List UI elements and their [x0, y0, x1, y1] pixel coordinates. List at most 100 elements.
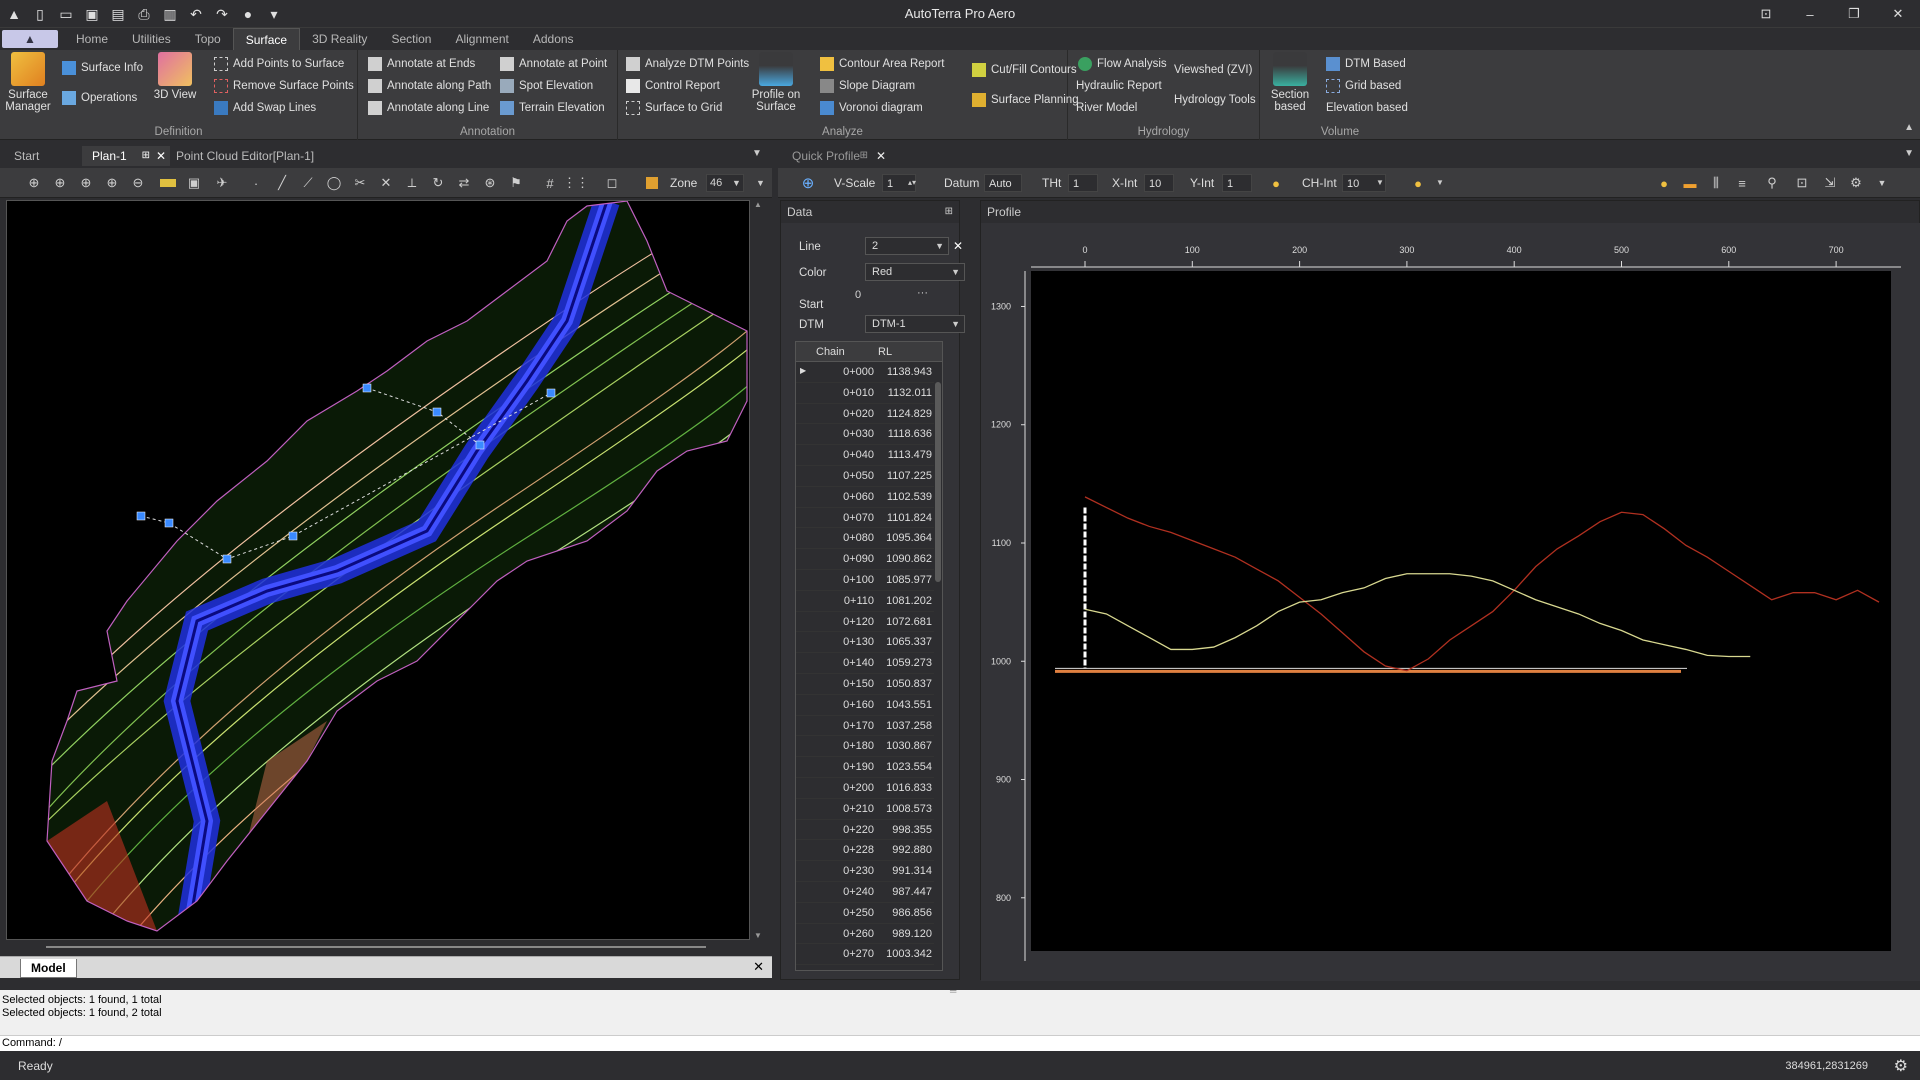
- close-tab-icon[interactable]: ✕: [156, 146, 166, 166]
- table-row[interactable]: 0+040 1113.479: [796, 445, 942, 466]
- surface-manager-button[interactable]: Surface Manager: [4, 52, 52, 113]
- surface-to-grid-button[interactable]: Surface to Grid: [626, 98, 722, 118]
- add-points-button[interactable]: Add Points to Surface: [214, 54, 344, 74]
- bulb-icon[interactable]: ●: [1268, 175, 1284, 191]
- table-row[interactable]: 0+260 989.120: [796, 924, 942, 945]
- export-icon[interactable]: ⇲: [1822, 175, 1838, 191]
- flag-icon[interactable]: ⚑: [508, 175, 524, 191]
- table-row[interactable]: 0+220 998.355: [796, 820, 942, 841]
- elevation-based-button[interactable]: Elevation based: [1326, 98, 1408, 118]
- vertical-lines-icon[interactable]: ⫼: [1708, 175, 1724, 191]
- zoom-icon[interactable]: ⚲: [1764, 175, 1780, 191]
- tab-list-dropdown-icon[interactable]: ▼: [1904, 148, 1914, 159]
- line-vertex[interactable]: [475, 440, 485, 450]
- add-profile-icon[interactable]: ⊕: [800, 175, 816, 192]
- zoom-window-icon[interactable]: ⊕: [52, 175, 68, 191]
- annotate-along-path-button[interactable]: Annotate along Path: [368, 76, 491, 96]
- tab-model[interactable]: Model: [20, 959, 77, 978]
- redo-icon[interactable]: ↷: [212, 4, 232, 24]
- terrain-elevation-button[interactable]: Terrain Elevation: [500, 98, 605, 118]
- line-vertex[interactable]: [136, 511, 146, 521]
- tab-quick-profile[interactable]: Quick Profile ⊞ ✕: [782, 146, 890, 166]
- offset-icon[interactable]: ⟂: [404, 175, 420, 191]
- zoom-in-icon[interactable]: ⊕: [104, 175, 120, 191]
- column-header-rl[interactable]: RL: [878, 346, 892, 358]
- table-row[interactable]: 0+110 1081.202: [796, 591, 942, 612]
- minimize-button[interactable]: –: [1788, 0, 1832, 28]
- 3d-view-button[interactable]: 3D View: [152, 52, 198, 101]
- table-row[interactable]: 0+190 1023.554: [796, 757, 942, 778]
- table-row[interactable]: 0+120 1072.681: [796, 612, 942, 633]
- table-scrollbar[interactable]: [934, 362, 942, 970]
- table-row[interactable]: 0+240 987.447: [796, 882, 942, 903]
- tab-3d-reality[interactable]: 3D Reality: [300, 28, 379, 50]
- table-row[interactable]: 0+210 1008.573: [796, 799, 942, 820]
- frame-icon[interactable]: ⊡: [1794, 175, 1810, 191]
- table-row[interactable]: 0+150 1050.837: [796, 674, 942, 695]
- surface-info-button[interactable]: Surface Info: [62, 58, 143, 78]
- grid-snap-icon[interactable]: ⋮⋮: [563, 175, 589, 191]
- stepper-icon[interactable]: ▴▾: [908, 178, 916, 187]
- table-row[interactable]: 0+010 1132.011: [796, 383, 942, 404]
- new-file-icon[interactable]: ▯: [30, 4, 50, 24]
- snap-icon[interactable]: ⊛: [482, 175, 498, 191]
- tab-plan-1[interactable]: Plan-1 ⊞ ✕: [82, 146, 170, 166]
- line-vertex[interactable]: [288, 531, 298, 541]
- table-row[interactable]: 0+270 1003.342: [796, 944, 942, 966]
- table-row[interactable]: 0+090 1090.862: [796, 549, 942, 570]
- viewshed-button[interactable]: Viewshed (ZVI): [1174, 60, 1252, 80]
- yint-input[interactable]: 1: [1222, 174, 1252, 192]
- table-row[interactable]: 0+030 1118.636: [796, 424, 942, 446]
- save-as-icon[interactable]: ▤: [108, 4, 128, 24]
- grid-display-icon[interactable]: #: [542, 175, 558, 191]
- pan-icon[interactable]: ✈: [214, 175, 230, 191]
- plot-icon[interactable]: ▥: [160, 4, 180, 24]
- tab-section[interactable]: Section: [379, 28, 443, 50]
- operations-button[interactable]: Operations: [62, 88, 137, 108]
- control-report-button[interactable]: Control Report: [626, 76, 720, 96]
- slope-diagram-button[interactable]: Slope Diagram: [820, 76, 915, 96]
- close-tab-icon[interactable]: ✕: [876, 146, 886, 166]
- delete-line-icon[interactable]: ✕: [953, 239, 963, 253]
- spot-elevation-button[interactable]: Spot Elevation: [500, 76, 593, 96]
- splitter-grip-icon[interactable]: ═: [950, 986, 956, 996]
- table-row[interactable]: 0+070 1101.824: [796, 508, 942, 529]
- cad-vertical-scrollbar[interactable]: ▲ ▼: [752, 200, 764, 940]
- toolbar-overflow-icon[interactable]: ▼: [756, 178, 765, 188]
- analyze-dtm-points-button[interactable]: Analyze DTM Points: [626, 54, 749, 74]
- table-row[interactable]: 0+250 986.856: [796, 903, 942, 924]
- cut-fill-contours-button[interactable]: Cut/Fill Contours: [972, 60, 1077, 80]
- table-row[interactable]: 0+180 1030.867: [796, 736, 942, 758]
- tht-input[interactable]: 1: [1068, 174, 1098, 192]
- zoom-extents-icon[interactable]: ⊕: [26, 175, 42, 191]
- zoom-out-icon[interactable]: ⊖: [130, 175, 146, 191]
- properties-icon[interactable]: ▣: [186, 175, 202, 191]
- table-row[interactable]: 0+020 1124.829: [796, 404, 942, 425]
- circle-icon[interactable]: ◯: [326, 175, 342, 191]
- ellipsis-icon[interactable]: ···: [917, 287, 928, 299]
- layer-icon[interactable]: [160, 179, 176, 187]
- tab-start[interactable]: Start: [4, 146, 49, 166]
- plan-drawing-canvas[interactable]: [6, 200, 750, 940]
- hydrology-tools-button[interactable]: Hydrology Tools: [1174, 90, 1256, 110]
- pin-icon[interactable]: ⊞: [860, 146, 868, 166]
- section-based-button[interactable]: Section based: [1268, 52, 1312, 113]
- start-input[interactable]: 0: [855, 289, 861, 301]
- point-icon[interactable]: ·: [248, 175, 264, 191]
- profile-vertical-scrollbar[interactable]: [1893, 271, 1909, 951]
- channel-icon[interactable]: ●: [1410, 175, 1426, 191]
- line-vertex[interactable]: [362, 383, 372, 393]
- restore-layout-icon[interactable]: ⊡: [1744, 0, 1788, 28]
- tab-point-cloud-editor[interactable]: Point Cloud Editor[Plan-1]: [166, 146, 324, 166]
- grid-based-button[interactable]: Grid based: [1326, 76, 1401, 96]
- settings-gear-icon[interactable]: ⚙: [1894, 1056, 1908, 1076]
- channel-dropdown-icon[interactable]: ▼: [1436, 178, 1444, 187]
- table-row[interactable]: 0+200 1016.833: [796, 778, 942, 799]
- annotate-at-ends-button[interactable]: Annotate at Ends: [368, 54, 475, 74]
- table-row[interactable]: 0+228 992.880: [796, 840, 942, 862]
- trim-icon[interactable]: ✂: [352, 175, 368, 191]
- rotate-icon[interactable]: ↻: [430, 175, 446, 191]
- annotate-along-line-button[interactable]: Annotate along Line: [368, 98, 489, 118]
- table-row[interactable]: 0+140 1059.273: [796, 653, 942, 674]
- extend-icon[interactable]: ✕: [378, 175, 394, 191]
